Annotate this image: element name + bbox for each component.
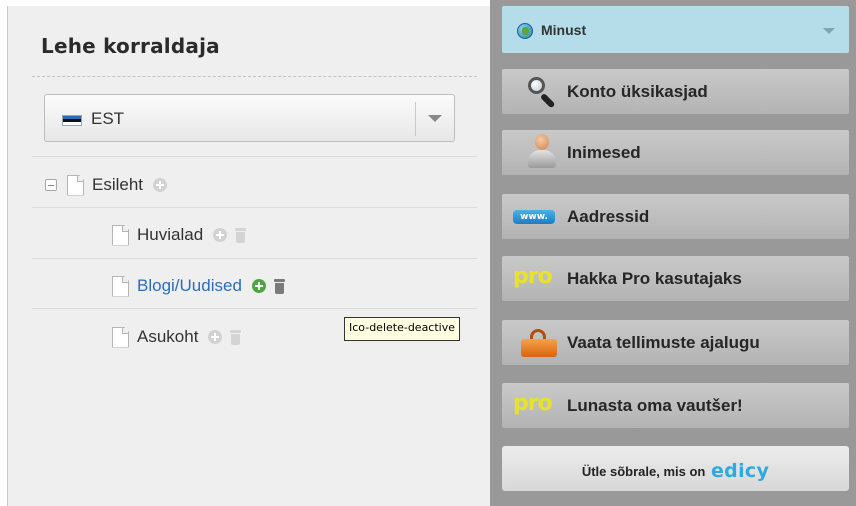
trash-icon[interactable] (230, 329, 242, 345)
row-divider (32, 207, 477, 208)
pro-icon: pro (513, 264, 553, 289)
page-icon (112, 275, 129, 297)
add-subpage-icon[interactable] (251, 279, 266, 293)
magnifier-icon (528, 77, 558, 109)
page-row-esileht: Esileht (45, 171, 175, 199)
page-row-blogi-uudised: Blogi/Uudised (112, 272, 285, 300)
row-divider (32, 156, 477, 157)
page-link-esileht[interactable]: Esileht (92, 175, 143, 195)
title-divider (32, 76, 477, 77)
menu-item-addresses[interactable]: www. Aadressid (502, 194, 849, 239)
page-icon (112, 326, 129, 348)
menu-item-account-details[interactable]: Konto üksikasjad (502, 69, 849, 114)
menu-item-people[interactable]: Inimesed (502, 130, 849, 175)
menu-header-label: Minust (541, 22, 587, 38)
tooltip: Ico-delete-deactive (344, 317, 461, 341)
page-organizer-panel: Lehe korraldaja EST Esileht Huvialad Blo… (7, 6, 490, 506)
menu-item-redeem-voucher[interactable]: pro Lunasta oma vautšer! (502, 383, 849, 428)
page-link-huvialad[interactable]: Huvialad (137, 225, 203, 245)
trash-icon[interactable] (235, 227, 247, 243)
page-link-blogi-uudised[interactable]: Blogi/Uudised (137, 276, 242, 296)
edicy-logo: edicy (711, 460, 770, 482)
menu-item-label: Hakka Pro kasutajaks (567, 269, 742, 288)
add-subpage-icon[interactable] (213, 228, 228, 242)
page-row-asukoht: Asukoht (112, 323, 242, 351)
menu-item-label: Inimesed (567, 143, 641, 162)
menu-item-order-history[interactable]: Vaata tellimuste ajalugu (502, 320, 849, 365)
chevron-down-icon[interactable] (428, 115, 442, 122)
language-value: EST (91, 109, 125, 128)
globe-icon (517, 23, 533, 39)
panel-title: Lehe korraldaja (41, 34, 220, 58)
tell-a-friend-button[interactable]: Ütle sõbrale, mis on edicy (502, 446, 849, 491)
menu-header-minust[interactable]: Minust (502, 6, 849, 53)
menu-item-label: Lunasta oma vautšer! (567, 396, 743, 415)
trash-icon[interactable] (273, 278, 285, 294)
shopping-basket-icon (521, 329, 557, 357)
select-separator (415, 102, 416, 136)
tell-a-friend-text: Ütle sõbrale, mis on edicy (502, 460, 849, 482)
language-select[interactable]: EST (44, 94, 455, 142)
page-link-asukoht[interactable]: Asukoht (137, 327, 198, 347)
add-subpage-icon[interactable] (208, 330, 223, 344)
account-sidebar: Minust Konto üksikasjad Inimesed www. Aa… (490, 0, 856, 506)
page-icon (112, 224, 129, 246)
tell-a-friend-label: Ütle sõbrale, mis on (581, 464, 706, 479)
estonian-flag-icon (62, 115, 82, 126)
page-row-huvialad: Huvialad (112, 221, 247, 249)
add-subpage-icon[interactable] (153, 178, 168, 192)
collapse-icon[interactable] (45, 179, 57, 191)
pro-icon: pro (513, 391, 553, 416)
menu-item-label: Konto üksikasjad (567, 82, 708, 101)
person-icon (526, 134, 558, 170)
www-icon: www. (513, 210, 555, 224)
row-divider (32, 258, 477, 259)
menu-item-label: Vaata tellimuste ajalugu (567, 333, 760, 352)
menu-item-label: Aadressid (567, 207, 650, 226)
page-icon (67, 174, 84, 196)
chevron-down-icon[interactable] (823, 28, 835, 34)
menu-item-go-pro[interactable]: pro Hakka Pro kasutajaks (502, 256, 849, 301)
row-divider (32, 308, 477, 309)
